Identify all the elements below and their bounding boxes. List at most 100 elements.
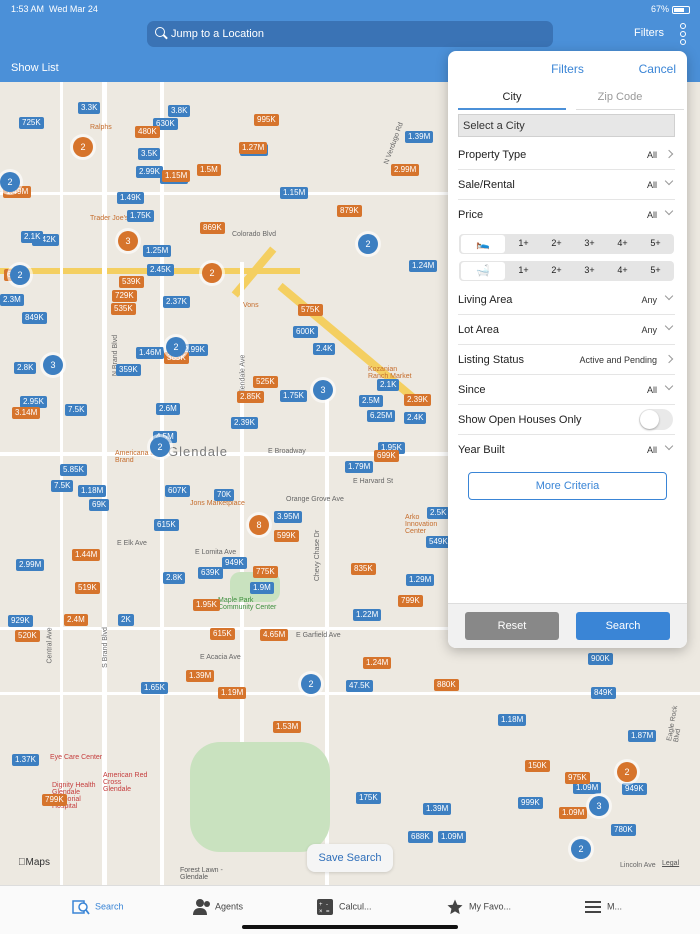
blue-price-pin[interactable]: 2.8K (14, 362, 37, 374)
blue-price-pin[interactable]: 7.5K (65, 404, 88, 416)
price-row[interactable]: Price All (458, 200, 675, 230)
blue-price-pin[interactable]: 688K (408, 831, 433, 843)
reset-button[interactable]: Reset (465, 612, 559, 640)
blue-price-pin[interactable]: 780K (611, 824, 636, 836)
blue-price-pin[interactable]: 1.09M (438, 831, 467, 843)
listing-cluster[interactable]: 3 (589, 796, 609, 816)
tab-search[interactable]: Search (72, 898, 124, 920)
blue-price-pin[interactable]: 1.65K (141, 682, 168, 694)
blue-price-pin[interactable]: 2.3M (0, 294, 24, 306)
orange-price-pin[interactable]: 525K (253, 376, 278, 388)
blue-price-pin[interactable]: 7.5K (51, 480, 74, 492)
orange-price-pin[interactable]: 4.65M (260, 629, 289, 641)
orange-price-pin[interactable]: 995K (254, 114, 279, 126)
bed-option[interactable]: 5+ (639, 238, 672, 248)
legal-link[interactable]: Legal (662, 860, 679, 867)
since-row[interactable]: Since All (458, 375, 675, 405)
bath-option[interactable]: 5+ (639, 265, 672, 275)
blue-price-pin[interactable]: 999K (518, 797, 543, 809)
blue-price-pin[interactable]: 1.39M (405, 131, 434, 143)
listing-status-row[interactable]: Listing Status Active and Pending (458, 345, 675, 375)
bath-option[interactable]: 3+ (573, 265, 606, 275)
orange-price-pin[interactable]: 1.53M (273, 721, 302, 733)
blue-price-pin[interactable]: 6.25M (367, 410, 396, 422)
search-button[interactable]: Search (576, 612, 670, 640)
blue-price-pin[interactable]: 1.75K (127, 210, 154, 222)
orange-price-pin[interactable]: 539K (119, 276, 144, 288)
orange-price-pin[interactable]: 1.15M (162, 170, 191, 182)
bed-option[interactable]: 2+ (540, 238, 573, 248)
orange-price-pin[interactable]: 535K (111, 303, 136, 315)
orange-price-pin[interactable]: 880K (434, 679, 459, 691)
orange-price-pin[interactable]: 599K (274, 530, 299, 542)
orange-price-pin[interactable]: 520K (15, 630, 40, 642)
orange-price-pin[interactable]: 2.4M (64, 614, 88, 626)
orange-price-pin[interactable]: 2.85K (237, 391, 264, 403)
orange-price-pin[interactable]: 150K (525, 760, 550, 772)
orange-price-pin[interactable]: 1.24M (363, 657, 392, 669)
blue-price-pin[interactable]: 2.5K (427, 507, 450, 519)
open-houses-toggle[interactable] (639, 409, 673, 430)
orange-price-pin[interactable]: 615K (210, 628, 235, 640)
orange-price-pin[interactable]: 1.39M (186, 670, 215, 682)
orange-price-pin[interactable]: 1.27M (239, 142, 268, 154)
blue-price-pin[interactable]: 2.99K (136, 166, 163, 178)
listing-cluster[interactable]: 2 (0, 172, 20, 192)
blue-price-pin[interactable]: 1.25M (143, 245, 172, 257)
cancel-button[interactable]: Cancel (639, 62, 676, 76)
orange-price-pin[interactable]: 1.19M (218, 687, 247, 699)
blue-price-pin[interactable]: 1.18M (78, 485, 107, 497)
blue-price-pin[interactable]: 639K (198, 567, 223, 579)
blue-price-pin[interactable]: 900K (588, 653, 613, 665)
property-type-row[interactable]: Property Type All (458, 140, 675, 170)
listing-cluster[interactable]: 2 (617, 762, 637, 782)
orange-price-pin[interactable]: 879K (337, 205, 362, 217)
blue-price-pin[interactable]: 2.45K (147, 264, 174, 276)
blue-price-pin[interactable]: 2.6M (156, 403, 180, 415)
blue-price-pin[interactable]: 69K (89, 499, 110, 511)
orange-price-pin[interactable]: 729K (112, 290, 137, 302)
blue-price-pin[interactable]: 2.37K (163, 296, 190, 308)
blue-price-pin[interactable]: 549K (426, 536, 451, 548)
blue-price-pin[interactable]: 2.4K (404, 412, 427, 424)
blue-price-pin[interactable]: 1.75K (280, 390, 307, 402)
orange-price-pin[interactable]: 799K (398, 595, 423, 607)
bed-option[interactable]: 3+ (573, 238, 606, 248)
listing-cluster[interactable]: 2 (202, 263, 222, 283)
living-area-row[interactable]: Living Area Any (458, 285, 675, 315)
blue-price-pin[interactable]: 2.1K (377, 379, 400, 391)
listing-cluster[interactable]: 3 (313, 380, 333, 400)
blue-price-pin[interactable]: 725K (19, 117, 44, 129)
blue-price-pin[interactable]: 949K (222, 557, 247, 569)
listing-cluster[interactable]: 2 (301, 674, 321, 694)
year-built-row[interactable]: Year Built All (458, 435, 675, 465)
blue-price-pin[interactable]: 5.85K (60, 464, 87, 476)
tab-calculator[interactable]: + - × = Calcul... (316, 898, 372, 920)
orange-price-pin[interactable]: 699K (374, 450, 399, 462)
blue-price-pin[interactable]: 929K (8, 615, 33, 627)
listing-cluster[interactable]: 8 (249, 515, 269, 535)
blue-price-pin[interactable]: 1.22M (353, 609, 382, 621)
blue-price-pin[interactable]: 359K (116, 364, 141, 376)
blue-price-pin[interactable]: 1.79M (345, 461, 374, 473)
blue-price-pin[interactable]: 1.39M (423, 803, 452, 815)
orange-price-pin[interactable]: 975K (565, 772, 590, 784)
blue-price-pin[interactable]: 3.8K (168, 105, 191, 117)
more-options-icon[interactable] (680, 23, 688, 47)
listing-cluster[interactable]: 2 (10, 265, 30, 285)
save-search-button[interactable]: Save Search (307, 844, 393, 872)
orange-price-pin[interactable]: 869K (200, 222, 225, 234)
blue-price-pin[interactable]: 2K (118, 614, 134, 626)
tab-zip-code[interactable]: Zip Code (566, 91, 674, 103)
orange-price-pin[interactable]: 519K (75, 582, 100, 594)
blue-price-pin[interactable]: 849K (22, 312, 47, 324)
tab-favorites[interactable]: My Favo... (446, 898, 511, 920)
blue-price-pin[interactable]: 47.5K (346, 680, 373, 692)
blue-price-pin[interactable]: 607K (165, 485, 190, 497)
blue-price-pin[interactable]: 615K (154, 519, 179, 531)
orange-price-pin[interactable]: 1.44M (72, 549, 101, 561)
listing-cluster[interactable]: 2 (166, 337, 186, 357)
show-list-button[interactable]: Show List (11, 62, 59, 74)
blue-price-pin[interactable]: 1.87M (628, 730, 657, 742)
bath-option[interactable]: 2+ (540, 265, 573, 275)
